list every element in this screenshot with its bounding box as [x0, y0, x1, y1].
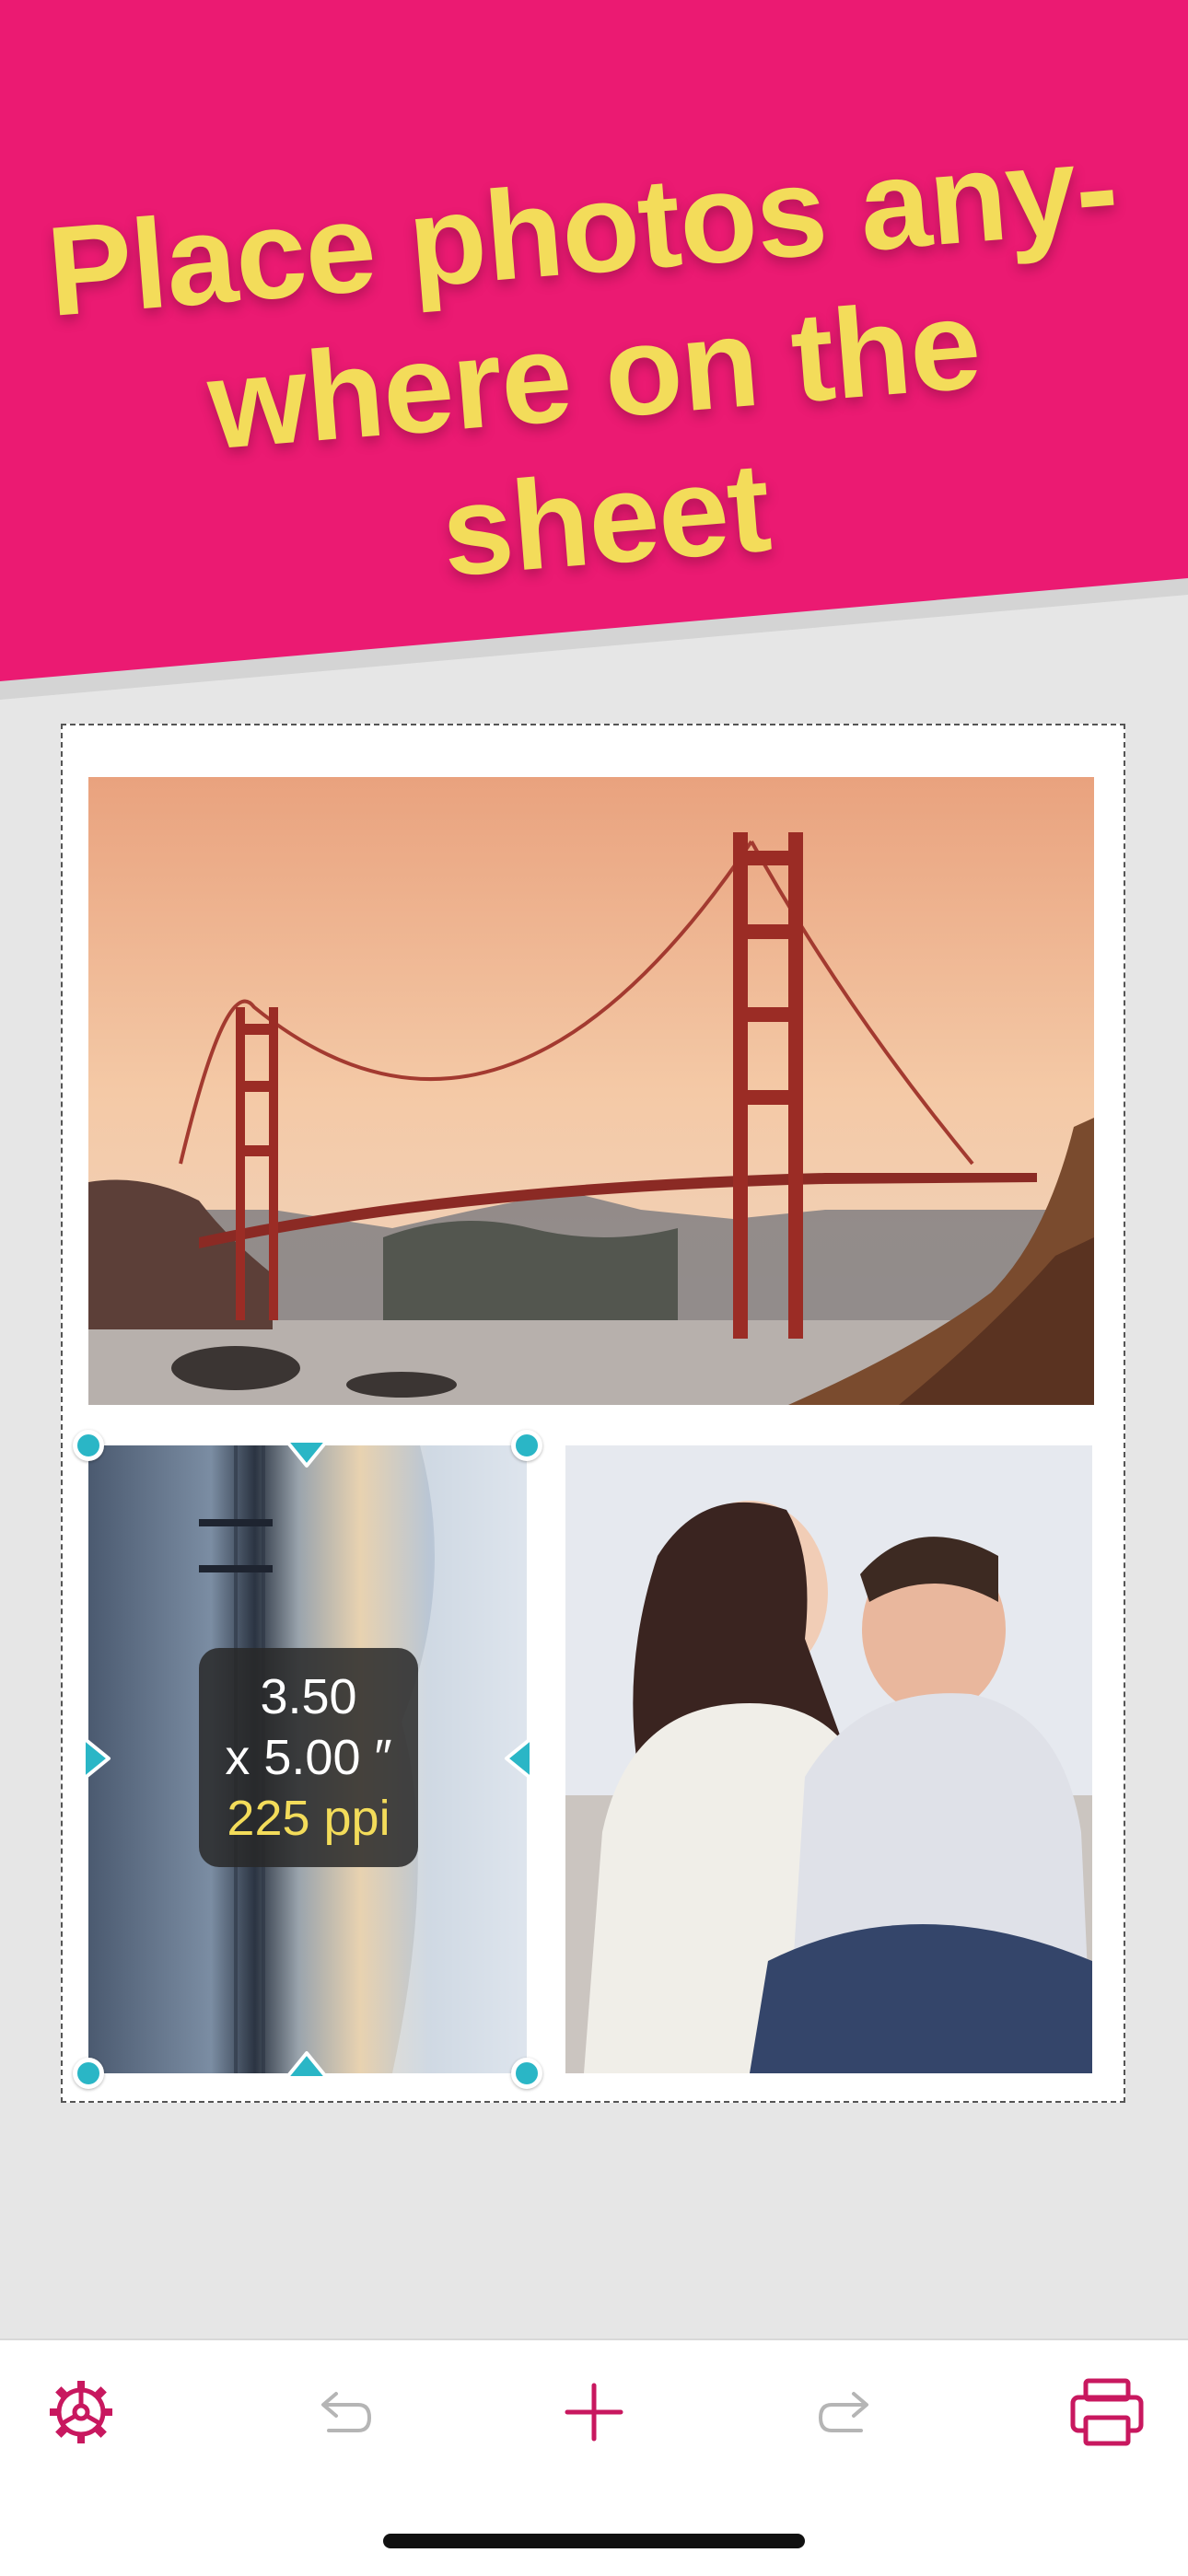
undo-icon [321, 2392, 372, 2432]
promo-headline: Place photos any- where on the sheet [40, 114, 1148, 635]
resize-handle-top-left[interactable] [73, 1430, 104, 1461]
resize-handle-bottom[interactable] [284, 2049, 330, 2081]
print-button[interactable] [1061, 2366, 1153, 2458]
resize-handle-top-right[interactable] [511, 1430, 542, 1461]
size-width: 3.50 [260, 1669, 357, 1724]
laughing-couple-photo[interactable] [565, 1445, 1092, 2073]
redo-icon [818, 2392, 868, 2432]
printer-icon [1070, 2378, 1144, 2446]
undo-button[interactable] [297, 2366, 389, 2458]
resize-handle-left[interactable] [81, 1735, 112, 1781]
resize-handle-bottom-right[interactable] [511, 2058, 542, 2089]
add-photo-button[interactable] [548, 2366, 640, 2458]
size-tooltip: 3.50 x 5.00 ″ 225 ppi [199, 1648, 418, 1867]
plus-icon [565, 2383, 623, 2442]
redo-button[interactable] [801, 2366, 893, 2458]
resize-handle-top[interactable] [284, 1438, 330, 1469]
size-height: x 5.00 ″ [225, 1730, 392, 1785]
size-resolution: 225 ppi [227, 1791, 390, 1846]
golden-gate-bridge-photo[interactable] [88, 777, 1094, 1405]
resize-handle-bottom-left[interactable] [73, 2058, 104, 2089]
settings-button[interactable] [35, 2366, 127, 2458]
resize-handle-right[interactable] [503, 1735, 534, 1781]
gear-icon [50, 2381, 112, 2443]
home-indicator[interactable] [383, 2534, 805, 2548]
